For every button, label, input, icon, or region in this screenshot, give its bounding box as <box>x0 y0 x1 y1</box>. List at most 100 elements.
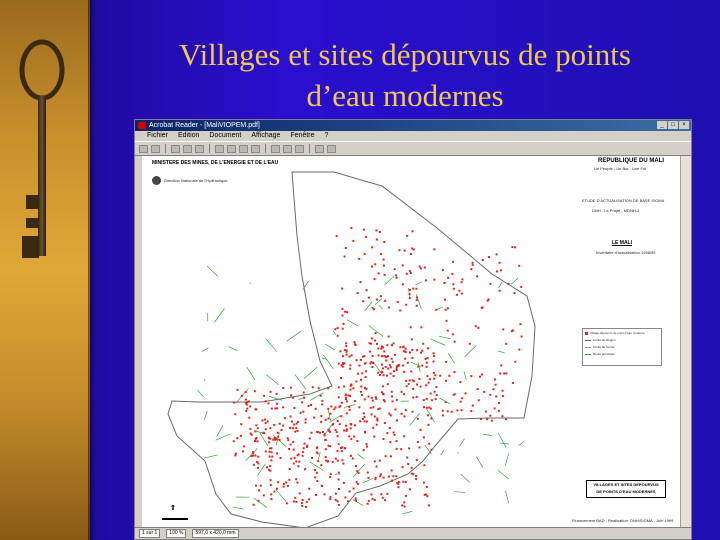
zoom-level[interactable]: 100 % <box>166 529 187 538</box>
village-dot <box>397 482 400 485</box>
village-dot <box>275 392 278 395</box>
village-dot <box>261 419 264 422</box>
actual-size-icon[interactable] <box>271 144 280 153</box>
zoom-tool-icon[interactable] <box>183 144 192 153</box>
menu-edition[interactable]: Edition <box>178 131 199 141</box>
village-dot <box>364 387 366 389</box>
window-titlebar[interactable]: Acrobat Reader - [MaliVIOPEM.pdf] _ □ × <box>135 120 691 131</box>
close-button[interactable]: × <box>679 121 689 129</box>
village-dot <box>241 394 244 397</box>
village-dot <box>435 394 438 397</box>
village-dot <box>453 393 456 396</box>
village-dot <box>432 352 435 355</box>
village-dot <box>372 362 375 364</box>
village-dot <box>345 345 348 348</box>
village-dot <box>279 457 282 459</box>
village-dot <box>329 412 332 415</box>
village-dot <box>292 500 295 503</box>
village-dot <box>305 505 307 508</box>
binoculars-icon[interactable] <box>327 144 336 153</box>
village-dot <box>425 361 428 364</box>
village-dot <box>498 289 501 292</box>
village-dot <box>470 375 473 378</box>
village-dot <box>392 475 395 478</box>
village-dot <box>266 466 269 469</box>
village-dot <box>367 476 370 479</box>
village-dot <box>411 348 414 351</box>
next-page-icon[interactable] <box>239 144 248 153</box>
village-dot <box>252 452 255 455</box>
village-dot <box>293 423 296 426</box>
village-dot <box>314 407 317 410</box>
village-dot <box>292 396 295 399</box>
village-dot <box>375 423 378 426</box>
menu-fichier[interactable]: Fichier <box>147 131 168 141</box>
village-dot <box>236 437 239 440</box>
village-dot <box>480 418 482 420</box>
village-dot <box>314 476 317 479</box>
village-dot <box>409 272 412 274</box>
village-dot <box>381 496 384 499</box>
village-dot <box>258 489 261 492</box>
village-dot <box>395 276 398 279</box>
village-dot <box>298 460 301 463</box>
village-dot <box>427 381 430 384</box>
village-dot <box>444 308 447 311</box>
village-dot <box>291 420 293 423</box>
village-dot <box>408 297 411 300</box>
fit-width-icon[interactable] <box>295 144 304 153</box>
open-icon[interactable] <box>139 144 148 153</box>
village-dot <box>433 354 436 357</box>
village-dot <box>397 486 400 489</box>
menu-affichage[interactable]: Affichage <box>251 131 280 141</box>
fit-page-icon[interactable] <box>283 144 292 153</box>
village-dot <box>433 278 436 281</box>
prev-page-icon[interactable] <box>227 144 236 153</box>
last-page-icon[interactable] <box>251 144 260 153</box>
village-dot <box>264 428 267 431</box>
village-dot <box>342 355 344 358</box>
find-icon[interactable] <box>315 144 324 153</box>
village-dot <box>382 367 385 370</box>
village-dot <box>338 503 340 506</box>
village-dot <box>344 247 347 249</box>
village-dot <box>276 452 278 455</box>
maximize-button[interactable]: □ <box>668 121 678 129</box>
village-dot <box>342 481 345 484</box>
village-dot <box>301 454 304 457</box>
menu-fenetre[interactable]: Fenêtre <box>290 131 314 141</box>
village-dot <box>415 299 418 302</box>
page-indicator[interactable]: 1 sur 1 <box>139 529 161 538</box>
village-dot <box>415 296 418 299</box>
menu-document[interactable]: Document <box>209 131 241 141</box>
village-dot <box>334 429 337 431</box>
minimize-button[interactable]: _ <box>657 121 667 129</box>
road-segment <box>201 347 209 352</box>
menu-help[interactable]: ? <box>325 131 329 141</box>
village-dot <box>345 349 348 352</box>
village-dot <box>336 420 339 422</box>
village-dot <box>451 273 454 275</box>
first-page-icon[interactable] <box>215 144 224 153</box>
village-dot <box>351 457 354 460</box>
village-dot <box>434 374 437 377</box>
road-segment <box>505 490 510 504</box>
print-icon[interactable] <box>151 144 160 153</box>
road-segment <box>454 491 466 494</box>
village-dot <box>450 410 453 413</box>
hand-tool-icon[interactable] <box>171 144 180 153</box>
text-select-icon[interactable] <box>195 144 204 153</box>
village-dot <box>371 265 373 268</box>
village-dot <box>395 369 398 372</box>
village-dot <box>373 415 376 418</box>
vertical-scrollbar[interactable] <box>680 156 691 528</box>
village-dot <box>269 479 272 482</box>
village-dot <box>422 342 425 345</box>
village-dot <box>270 498 273 501</box>
village-dot <box>336 450 339 453</box>
village-dot <box>392 375 395 377</box>
village-dot <box>321 403 324 406</box>
village-dot <box>453 371 456 374</box>
village-dot <box>352 239 355 242</box>
village-dot <box>340 450 343 453</box>
